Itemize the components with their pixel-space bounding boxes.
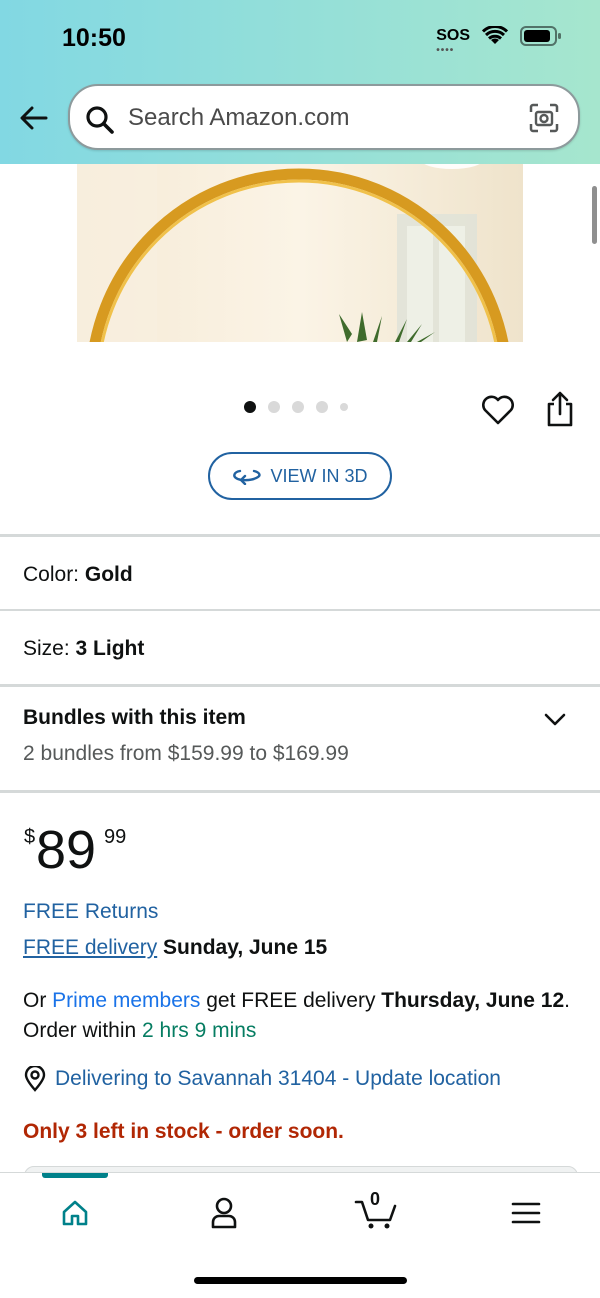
cart-count-badge: 0 (370, 1189, 381, 1209)
user-icon (211, 1197, 237, 1229)
camera-search-icon[interactable] (528, 102, 560, 134)
app-header: 10:50 SOS •••• (0, 0, 600, 164)
home-indicator[interactable] (194, 1277, 407, 1284)
price-fraction: 99 (104, 826, 127, 848)
color-label: Color: (23, 563, 80, 586)
divider (0, 790, 600, 793)
delivery-location-link[interactable]: Delivering to Savannah 31404 - Update lo… (55, 1067, 501, 1091)
color-value: Gold (84, 563, 133, 586)
bundles-subtitle: 2 bundles from $159.99 to $169.99 (23, 742, 349, 765)
sos-indicator: SOS •••• (436, 27, 470, 56)
search-bar[interactable] (68, 84, 580, 150)
prime-mid: get FREE delivery (200, 989, 382, 1012)
carousel-dot[interactable] (268, 401, 280, 413)
back-arrow-icon[interactable] (18, 102, 50, 134)
view-in-3d-button[interactable]: VIEW IN 3D (208, 452, 392, 500)
mirror-image (77, 164, 523, 342)
view-in-3d-label: VIEW IN 3D (270, 465, 368, 486)
prime-delivery-date: Thursday, June 12 (381, 989, 565, 1012)
size-value: 3 Light (75, 637, 145, 660)
carousel-dot[interactable] (340, 403, 348, 411)
prime-delivery-text: Or Prime members get FREE delivery Thurs… (23, 986, 583, 1046)
free-returns-link[interactable]: FREE Returns (23, 900, 158, 924)
home-icon (62, 1200, 88, 1226)
sos-label: SOS (436, 27, 470, 44)
size-label: Size: (23, 637, 70, 660)
product-image[interactable] (77, 164, 523, 342)
free-delivery: FREE delivery Sunday, June 15 (23, 936, 327, 960)
stock-warning: Only 3 left in stock - order soon. (23, 1120, 344, 1143)
color-option[interactable]: Color: Gold (23, 563, 133, 587)
tab-home[interactable] (45, 1193, 105, 1233)
price-currency: $ (24, 826, 36, 848)
active-tab-indicator (42, 1173, 108, 1178)
battery-icon (520, 26, 561, 46)
status-icons: SOS •••• (436, 26, 562, 56)
tab-menu[interactable] (496, 1193, 556, 1233)
share-icon[interactable] (544, 390, 576, 428)
heart-icon[interactable] (480, 392, 516, 428)
scrollbar[interactable] (592, 186, 597, 244)
divider (0, 684, 600, 687)
rotate-3d-icon (233, 469, 262, 485)
location-pin-icon (24, 1066, 46, 1092)
free-delivery-date: Sunday, June 15 (163, 936, 328, 959)
image-carousel-dots[interactable] (244, 401, 348, 413)
sos-dots-icon: •••• (436, 45, 455, 56)
prime-members-link[interactable]: Prime members (52, 989, 200, 1012)
order-countdown: 2 hrs 9 mins (142, 1019, 257, 1042)
bundles-title: Bundles with this item (23, 706, 246, 729)
carousel-dot[interactable] (316, 401, 328, 413)
wifi-icon (482, 26, 508, 44)
carousel-dot[interactable] (292, 401, 304, 413)
divider (0, 534, 600, 537)
status-time: 10:50 (62, 24, 126, 52)
free-delivery-link[interactable]: FREE delivery (23, 936, 157, 959)
chevron-down-icon[interactable] (543, 712, 567, 728)
tab-account[interactable] (194, 1193, 254, 1233)
carousel-dot[interactable] (244, 401, 256, 413)
price-whole: 89 (36, 820, 97, 880)
delivery-location[interactable]: Delivering to Savannah 31404 - Update lo… (23, 1066, 501, 1092)
tab-cart[interactable]: 0 (346, 1189, 406, 1233)
size-option[interactable]: Size: 3 Light (23, 637, 144, 661)
divider (0, 609, 600, 611)
prime-prefix: Or (23, 989, 53, 1012)
search-input[interactable] (128, 100, 518, 136)
search-icon (86, 106, 114, 134)
hamburger-menu-icon (511, 1202, 541, 1224)
